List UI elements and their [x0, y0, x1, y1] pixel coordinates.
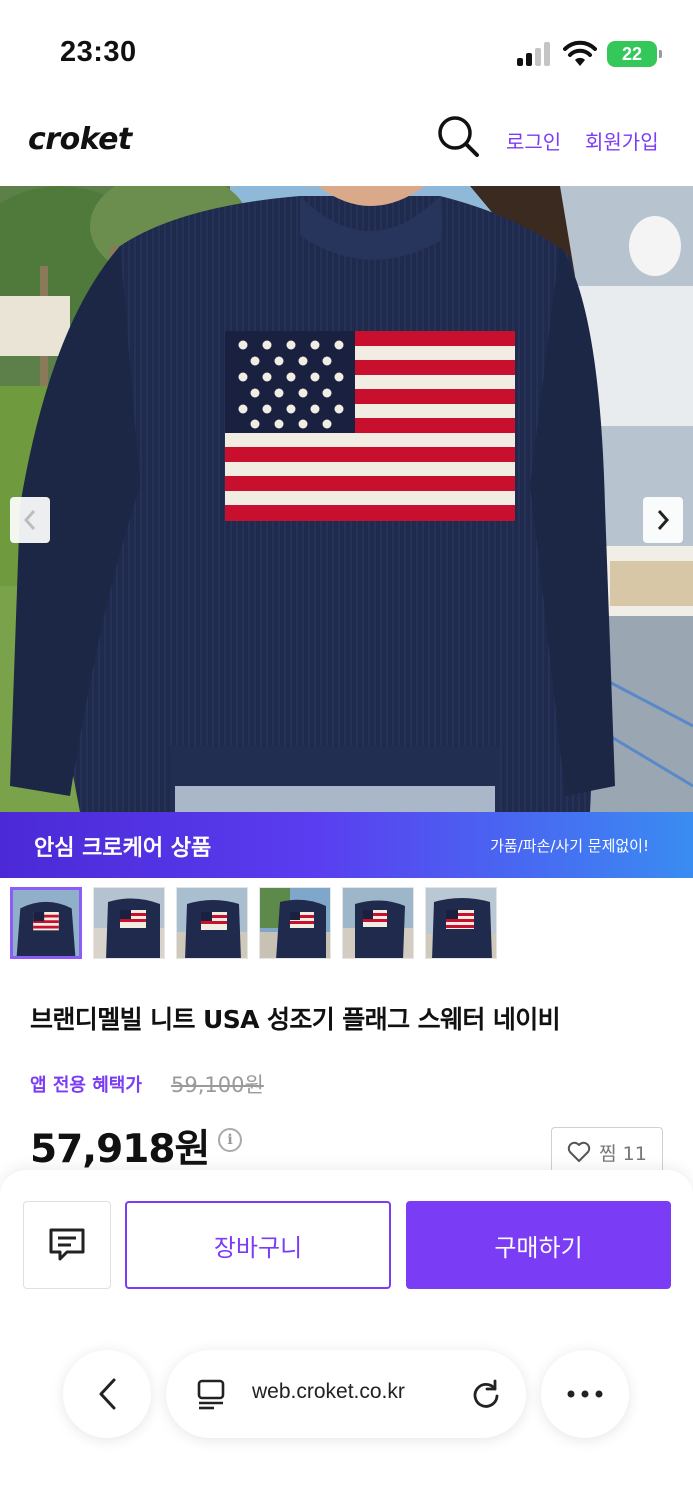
- thumbnail-item[interactable]: [342, 887, 414, 959]
- browser-back-button[interactable]: [63, 1350, 151, 1438]
- heart-icon: [567, 1141, 591, 1162]
- chevron-left-icon: [99, 1378, 116, 1410]
- wifi-icon: [563, 40, 597, 66]
- chevron-right-icon: [657, 510, 670, 530]
- original-price: 59,100원: [171, 1073, 264, 1097]
- product-image-carousel[interactable]: [0, 186, 693, 812]
- thumbnail-strip: [10, 887, 497, 961]
- status-bar: 23:30 22: [0, 0, 693, 100]
- thumbnail-item[interactable]: [10, 887, 82, 959]
- chevron-left-icon: [23, 510, 36, 530]
- add-to-cart-button[interactable]: 장바구니: [125, 1201, 391, 1289]
- url-text: web.croket.co.kr: [252, 1380, 405, 1403]
- info-icon[interactable]: i: [218, 1128, 242, 1152]
- reader-mode-icon: [197, 1379, 225, 1410]
- buy-now-button[interactable]: 구매하기: [406, 1201, 671, 1289]
- address-bar[interactable]: web.croket.co.kr: [166, 1350, 526, 1438]
- product-title: 브랜디멜빌 니트 USA 성조기 플래그 스웨터 네이비: [30, 1005, 561, 1034]
- prev-image-button[interactable]: [10, 497, 50, 543]
- croket-logo[interactable]: croket: [28, 122, 132, 157]
- thumbnail-item[interactable]: [93, 887, 165, 959]
- banner-title: 안심 크로케어 상품: [34, 836, 212, 861]
- battery-icon: 22: [607, 41, 662, 67]
- more-dots-icon: [567, 1390, 603, 1398]
- next-image-button[interactable]: [643, 497, 683, 543]
- chat-button[interactable]: [23, 1201, 111, 1289]
- search-icon[interactable]: [436, 114, 480, 158]
- login-link[interactable]: 로그인: [506, 126, 561, 155]
- banner-subtitle: 가품/파손/사기 문제없이!: [490, 837, 649, 855]
- site-header: croket 로그인 회원가입: [0, 100, 693, 186]
- thumbnail-item[interactable]: [425, 887, 497, 959]
- signup-link[interactable]: 회원가입: [585, 126, 659, 155]
- sale-price: 57,918원: [30, 1127, 210, 1172]
- product-main-image: [0, 186, 693, 812]
- cellular-signal-icon: [517, 42, 553, 66]
- wishlist-label: 찜 11: [599, 1142, 647, 1165]
- chat-icon: [49, 1228, 85, 1261]
- reload-icon[interactable]: [470, 1378, 502, 1410]
- status-time: 23:30: [60, 36, 137, 68]
- app-promo-label: 앱 전용 혜택가: [30, 1075, 142, 1096]
- thumbnail-item[interactable]: [259, 887, 331, 959]
- thumbnail-item[interactable]: [176, 887, 248, 959]
- safe-care-banner: 안심 크로케어 상품 가품/파손/사기 문제없이!: [0, 812, 693, 878]
- more-options-button[interactable]: [541, 1350, 629, 1438]
